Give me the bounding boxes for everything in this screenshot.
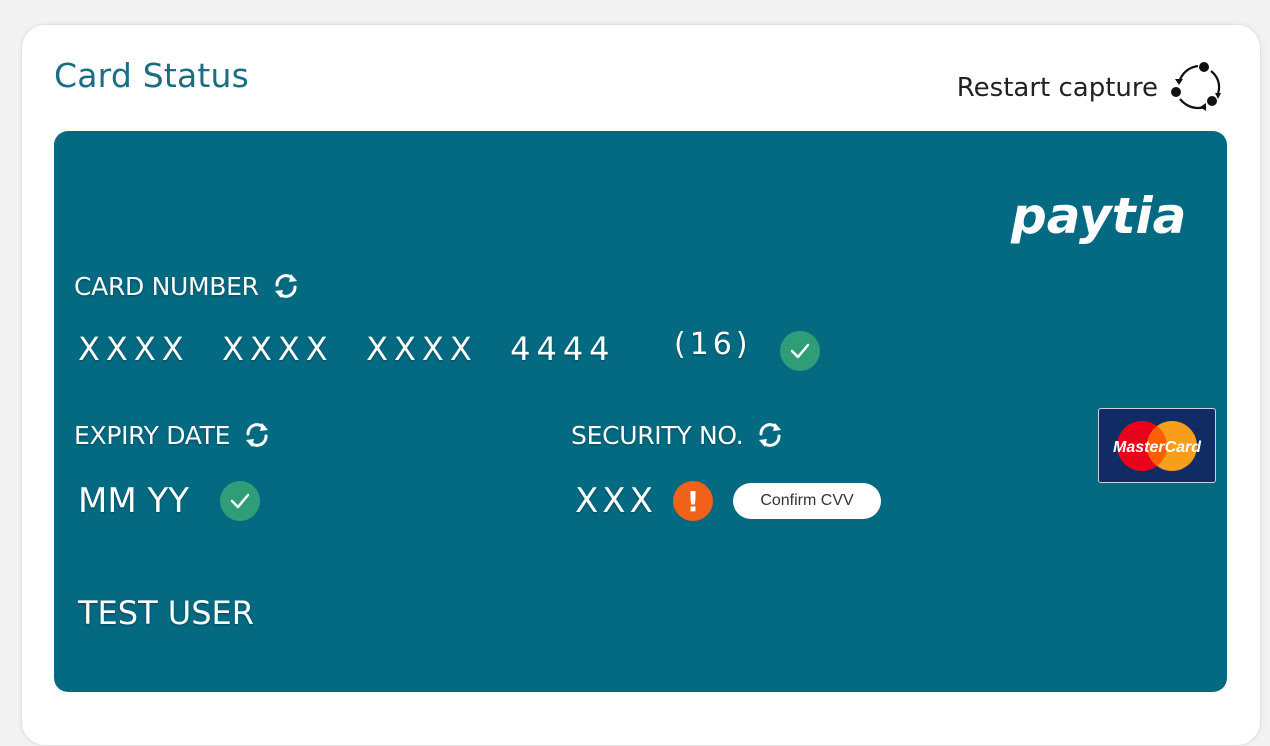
expiry-date-label: EXPIRY DATE bbox=[74, 420, 231, 450]
card-number-digit-count: (16) bbox=[674, 327, 752, 362]
security-number-value: XXX bbox=[575, 481, 657, 521]
security-number-label-row: SECURITY NO. bbox=[571, 420, 785, 450]
restart-arrows-icon bbox=[1168, 58, 1228, 118]
cardholder-name: TEST USER bbox=[78, 594, 254, 632]
security-number-warning-icon: ! bbox=[673, 481, 713, 521]
card-number-label-row: CARD NUMBER bbox=[74, 271, 301, 301]
security-number-label: SECURITY NO. bbox=[571, 420, 744, 450]
mastercard-logo: MasterCard bbox=[1098, 408, 1216, 483]
card-number-check-icon bbox=[780, 331, 820, 371]
expiry-date-check-icon bbox=[220, 481, 260, 521]
payment-card: paytia CARD NUMBER XXXX XXXX XXXX 4444 (… bbox=[54, 131, 1227, 692]
paytia-logo: paytia bbox=[1007, 183, 1207, 247]
card-number-refresh-icon[interactable] bbox=[271, 271, 301, 301]
svg-text:paytia: paytia bbox=[1010, 187, 1186, 245]
page-title: Card Status bbox=[54, 56, 250, 95]
card-number-value: XXXX XXXX XXXX 4444 bbox=[78, 330, 616, 368]
expiry-date-refresh-icon[interactable] bbox=[242, 420, 272, 450]
expiry-date-label-row: EXPIRY DATE bbox=[74, 420, 272, 450]
svg-text:MasterCard: MasterCard bbox=[1113, 439, 1202, 456]
security-number-refresh-icon[interactable] bbox=[755, 420, 785, 450]
confirm-cvv-button[interactable]: Confirm CVV bbox=[733, 483, 881, 519]
restart-capture-button[interactable]: Restart capture bbox=[957, 58, 1228, 118]
restart-capture-label: Restart capture bbox=[956, 73, 1158, 103]
expiry-date-value: MM YY bbox=[78, 481, 190, 521]
card-number-label: CARD NUMBER bbox=[74, 271, 259, 301]
